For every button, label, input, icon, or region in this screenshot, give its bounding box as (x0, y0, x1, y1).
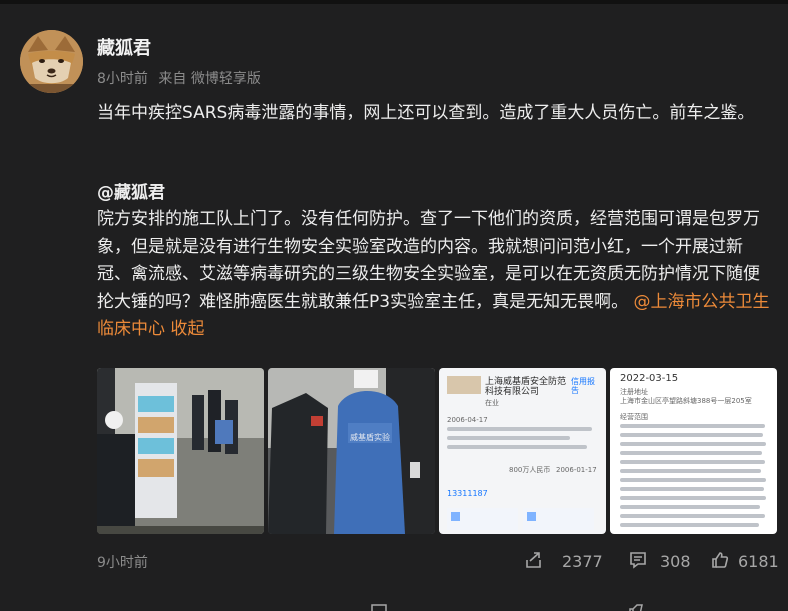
quote-author[interactable]: @藏狐君 (97, 180, 165, 206)
fox-avatar-icon (20, 30, 83, 93)
hallway-photo-illustration (97, 368, 264, 534)
scope-line (620, 442, 766, 446)
footer-time[interactable]: 9小时前 (97, 553, 148, 573)
comment-icon (630, 552, 646, 569)
comment-action[interactable]: 308 (628, 550, 692, 574)
collapse-link[interactable]: 收起 (170, 319, 204, 339)
scope-line (620, 523, 759, 527)
record-line (447, 445, 587, 449)
next-post-partial-bar (0, 600, 788, 611)
summary-icon-left (451, 512, 460, 521)
partial-like-icon (629, 604, 643, 611)
photo-business-scope[interactable]: 2022-03-15 注册地址 上海市金山区亭望路斜塘388号一层205室 经营… (610, 368, 777, 534)
register-date: 2006-01-17 (556, 466, 597, 474)
share-icon (526, 552, 541, 568)
author-name[interactable]: 藏狐君 (97, 37, 151, 61)
partial-comment-icon (371, 604, 387, 611)
quoted-text-block: 院方安排的施工队上门了。没有任何防护。查了一下他们的资质，经营范围可谓是包罗万象… (97, 206, 773, 344)
scope-line (620, 487, 764, 491)
scope-line (620, 451, 762, 455)
address-label: 注册地址 (620, 388, 648, 396)
like-count: 6181 (738, 552, 779, 571)
photo-hallway-workers[interactable] (97, 368, 264, 534)
share-action[interactable]: 2377 (524, 550, 604, 574)
like-icon (712, 552, 729, 568)
avatar[interactable] (20, 30, 83, 93)
summary-icon-right (527, 512, 536, 521)
company-status: 在业 (485, 399, 499, 407)
scope-line (620, 496, 766, 500)
photo-company-record[interactable]: 上海威基盾安全防范科技有限公司 信用报告 在业 2006-04-17 800万人… (439, 368, 606, 534)
capital-value: 800万人民币 (509, 466, 551, 474)
comment-count: 308 (660, 552, 691, 571)
record-line (447, 427, 592, 431)
company-name: 上海威基盾安全防范科技有限公司 (485, 377, 567, 397)
phone-number: 13311187 (447, 489, 488, 498)
scope-line (620, 424, 765, 428)
photo-workers-vest[interactable]: 威基盾实验 (268, 368, 435, 534)
like-action[interactable]: 6181 (710, 550, 780, 574)
image-grid: 威基盾实验 上海威基盾安全防范科技有限公司 信用报告 在业 2006-04-17… (97, 368, 777, 534)
credit-report-tag: 信用报告 (571, 377, 595, 395)
record-line (447, 436, 570, 440)
post-source: 来自 微博轻享版 (158, 71, 261, 87)
post-time[interactable]: 8小时前 (97, 71, 148, 87)
vest-text: 威基盾实验 (350, 432, 390, 442)
post-body: 当年中疾控SARS病毒泄露的事情，网上还可以查到。造成了重大人员伤亡。前车之鉴。 (97, 103, 755, 123)
scope-line (620, 514, 765, 518)
scope-date: 2022-03-15 (620, 373, 679, 384)
scope-line (620, 433, 763, 437)
address-text: 上海市金山区亭望路斜塘388号一层205室 (620, 397, 752, 405)
record-date: 2006-04-17 (447, 416, 488, 424)
share-count: 2377 (562, 552, 603, 571)
partial-share-icon (112, 603, 132, 611)
scope-line (620, 505, 760, 509)
company-logo (447, 376, 481, 394)
scope-line (620, 460, 765, 464)
worker-vest-illustration: 威基盾实验 (268, 368, 435, 534)
post-meta: 8小时前 来自 微博轻享版 (97, 69, 267, 89)
weibo-post-page: 藏狐君 8小时前 来自 微博轻享版 当年中疾控SARS病毒泄露的事情，网上还可以… (0, 0, 788, 611)
scope-line (620, 478, 766, 482)
scope-label: 经营范围 (620, 413, 648, 421)
scope-line (620, 469, 761, 473)
top-strip (0, 0, 788, 4)
